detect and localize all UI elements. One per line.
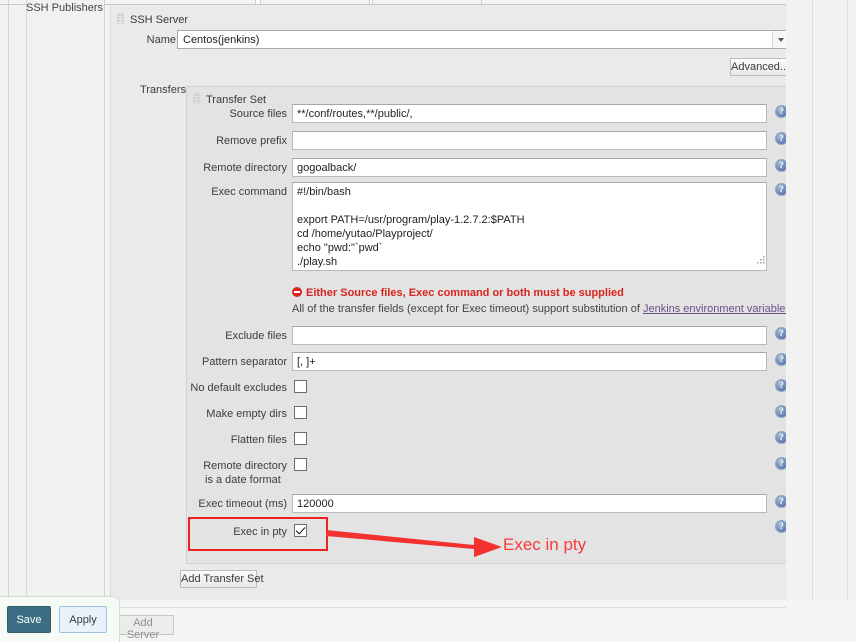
transfers-group: Transfer Set Source files ? Remove prefi… <box>186 86 791 564</box>
annotation-callout-text: Exec in pty <box>503 535 587 554</box>
substitution-help-text: All of the transfer fields (except for E… <box>292 303 791 315</box>
remove-prefix-label: Remove prefix <box>216 135 287 147</box>
transfer-set-title: Transfer Set <box>193 93 266 106</box>
validation-error: Either Source files, Exec command or bot… <box>292 287 624 299</box>
apply-button[interactable]: Apply <box>59 606 107 633</box>
save-bar: Save Apply <box>0 596 120 642</box>
ssh-publishers-label: SSH Publishers <box>26 2 104 14</box>
right-rail-2 <box>847 0 848 642</box>
exclude-files-input[interactable] <box>292 326 767 345</box>
server-name-value: Centos(jenkins) <box>183 33 260 46</box>
exec-in-pty-label: Exec in pty <box>233 526 287 538</box>
pattern-separator-label: Pattern separator <box>202 356 287 368</box>
exec-in-pty-checkbox[interactable] <box>294 524 307 537</box>
exec-timeout-input[interactable] <box>292 494 767 513</box>
drag-handle-icon-transfer-set[interactable] <box>193 93 200 104</box>
no-default-excludes-label: No default excludes <box>190 382 287 394</box>
exclude-files-label: Exclude files <box>225 330 287 342</box>
remote-dir-date-format-checkbox[interactable] <box>294 458 307 471</box>
right-background <box>786 0 856 642</box>
left-label-column: SSH Publishers <box>26 0 104 600</box>
jenkins-env-vars-link[interactable]: Jenkins environment variables <box>643 303 791 315</box>
remove-prefix-input[interactable] <box>292 131 767 150</box>
pattern-separator-input[interactable] <box>292 352 767 371</box>
outer-rail-left <box>8 0 9 600</box>
ssh-server-title: SSH Server <box>117 13 188 26</box>
flatten-files-label: Flatten files <box>230 434 287 446</box>
add-transfer-set-button[interactable]: Add Transfer Set <box>180 570 264 588</box>
panel-rail-a <box>104 5 105 600</box>
exec-command-label: Exec command <box>211 186 287 198</box>
add-server-button[interactable]: Add Server <box>112 615 174 641</box>
remote-directory-input[interactable] <box>292 158 767 177</box>
advanced-button[interactable]: Advanced... <box>730 58 790 76</box>
save-button[interactable]: Save <box>7 606 51 633</box>
page-root: SSH Publishers SSH Server Name Centos(je… <box>0 0 856 642</box>
transfers-label: Transfers <box>139 84 186 96</box>
remote-dir-date-format-label-line2: is a date format <box>205 474 281 486</box>
source-files-input[interactable] <box>292 104 767 123</box>
make-empty-dirs-checkbox[interactable] <box>294 406 307 419</box>
exec-timeout-label: Exec timeout (ms) <box>198 498 287 510</box>
name-label: Name <box>146 34 176 46</box>
server-name-select[interactable]: Centos(jenkins) <box>177 30 789 49</box>
drag-handle-icon[interactable] <box>117 13 124 24</box>
right-rail-1 <box>812 0 813 642</box>
exec-command-textarea[interactable] <box>292 182 767 271</box>
source-files-label: Source files <box>229 108 287 120</box>
remote-directory-label: Remote directory <box>203 162 287 174</box>
make-empty-dirs-label: Make empty dirs <box>206 408 287 420</box>
flatten-files-checkbox[interactable] <box>294 432 307 445</box>
no-default-excludes-checkbox[interactable] <box>294 380 307 393</box>
error-icon <box>292 287 302 297</box>
bottom-separator <box>110 607 786 608</box>
remote-dir-date-format-label-line1: Remote directory <box>203 460 287 472</box>
